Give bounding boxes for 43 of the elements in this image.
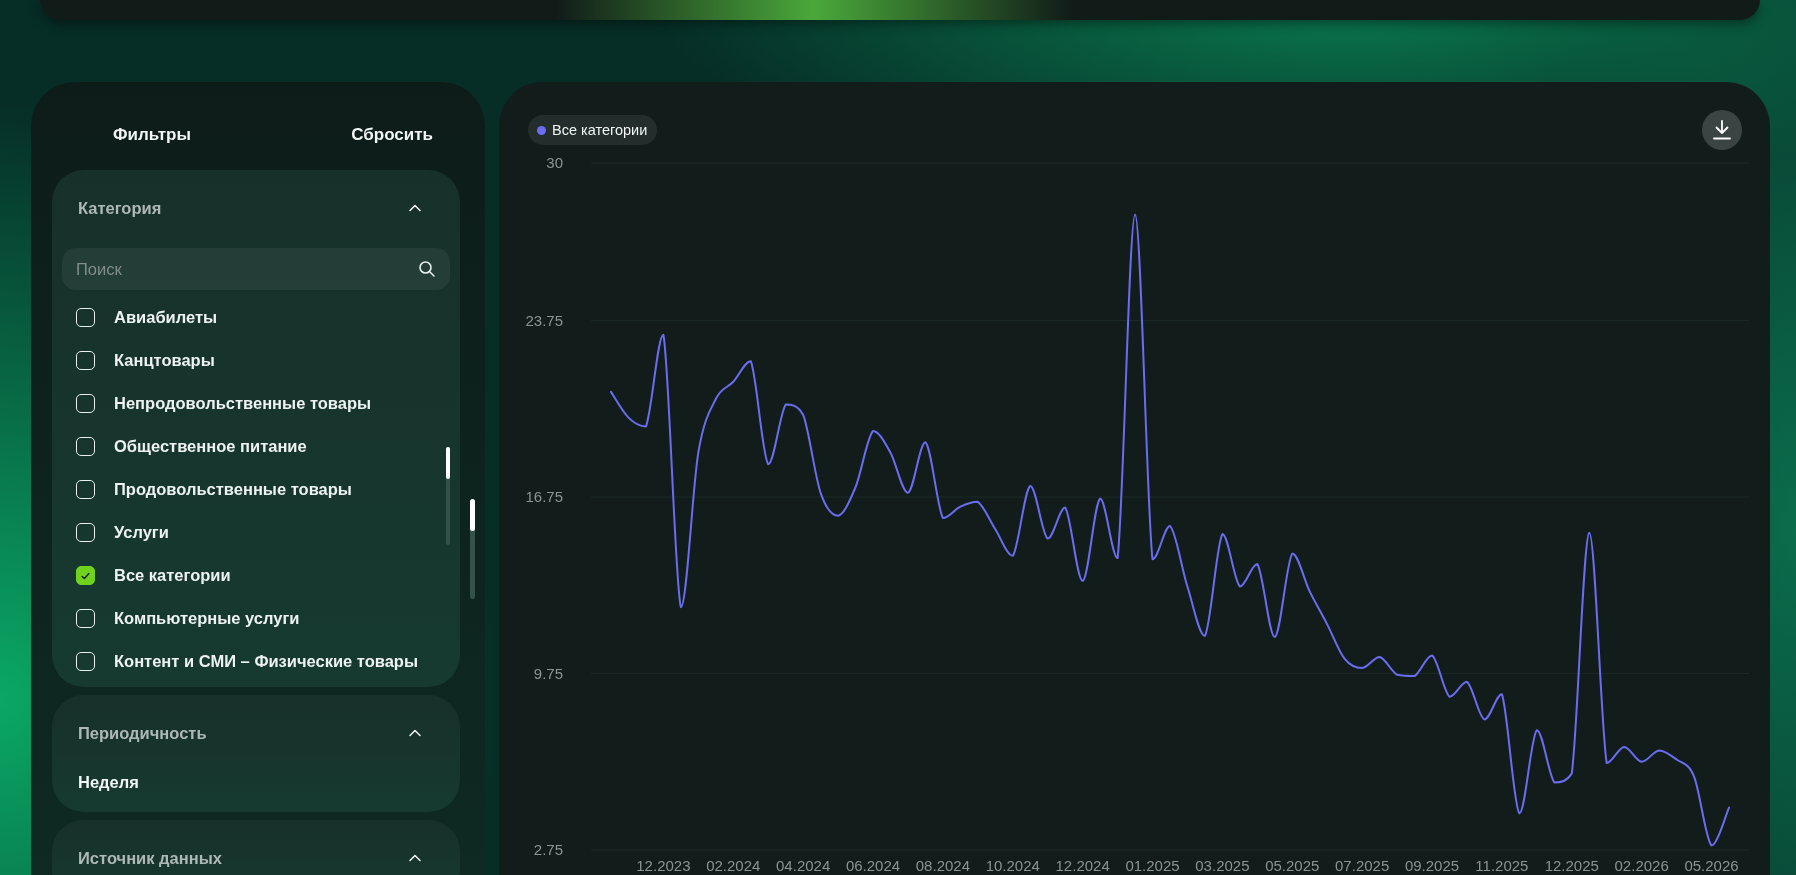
x-axis-label: 10.2024	[985, 857, 1040, 874]
section-title[interactable]: Периодичность	[78, 723, 207, 743]
checkbox-label[interactable]: Контент и СМИ – Физические товары	[114, 652, 419, 671]
filters-title: Фильтры	[113, 125, 191, 145]
section-title[interactable]: Категория	[78, 198, 162, 218]
y-axis-label: 9.75	[533, 664, 563, 682]
selected-value[interactable]: Неделя	[62, 773, 450, 808]
x-axis-label: 05.2025	[1265, 857, 1320, 874]
legend-chip[interactable]: Все категории	[528, 115, 658, 145]
y-axis-label: 23.75	[525, 311, 563, 329]
panel-scrollbar[interactable]	[470, 499, 475, 599]
checkbox-label[interactable]: Непродовольственные товары	[114, 394, 372, 413]
checkbox-label[interactable]: Общественное питание	[114, 437, 307, 456]
x-axis-label: 06.2024	[845, 857, 901, 874]
x-axis-label: 02.2024	[706, 857, 761, 874]
x-axis-label: 12.2023	[636, 857, 691, 874]
checkbox-label[interactable]: Все категории	[114, 566, 231, 585]
x-axis-label: 12.2025	[1544, 857, 1599, 874]
y-axis-label: 2.75	[533, 841, 563, 858]
x-axis-label: 09.2025	[1404, 857, 1460, 874]
checkbox-label[interactable]: Канцтовары	[114, 351, 215, 370]
x-axis-label: 03.2025	[1195, 857, 1250, 874]
reset-button[interactable]: Сбросить	[351, 125, 433, 145]
x-axis-label: 12.2024	[1055, 857, 1110, 874]
checkbox-label[interactable]: Компьютерные услуги	[114, 609, 300, 628]
list-scrollbar[interactable]	[446, 447, 450, 545]
checkbox-label[interactable]: Продовольственные товары	[114, 480, 352, 499]
x-axis-label: 04.2024	[776, 857, 831, 874]
download-icon	[1711, 119, 1733, 141]
x-axis-label: 01.2025	[1125, 857, 1180, 874]
x-axis-label: 07.2025	[1335, 857, 1390, 874]
checkbox[interactable]	[76, 566, 95, 585]
checkbox-label[interactable]: Услуги	[114, 523, 169, 542]
x-axis-label: 11.2025	[1475, 857, 1529, 874]
download-button[interactable]	[1702, 110, 1742, 150]
x-axis-label: 05.2026	[1684, 857, 1739, 874]
checkbox-label[interactable]: Авиабилеты	[114, 308, 218, 327]
search-icon	[418, 260, 436, 278]
x-axis-label: 08.2024	[915, 857, 970, 874]
y-axis-label: 16.75	[525, 488, 563, 506]
x-axis-label: 02.2026	[1614, 857, 1669, 874]
section-title[interactable]: Источник данных	[78, 848, 222, 868]
y-axis-label: 30	[546, 154, 563, 171]
